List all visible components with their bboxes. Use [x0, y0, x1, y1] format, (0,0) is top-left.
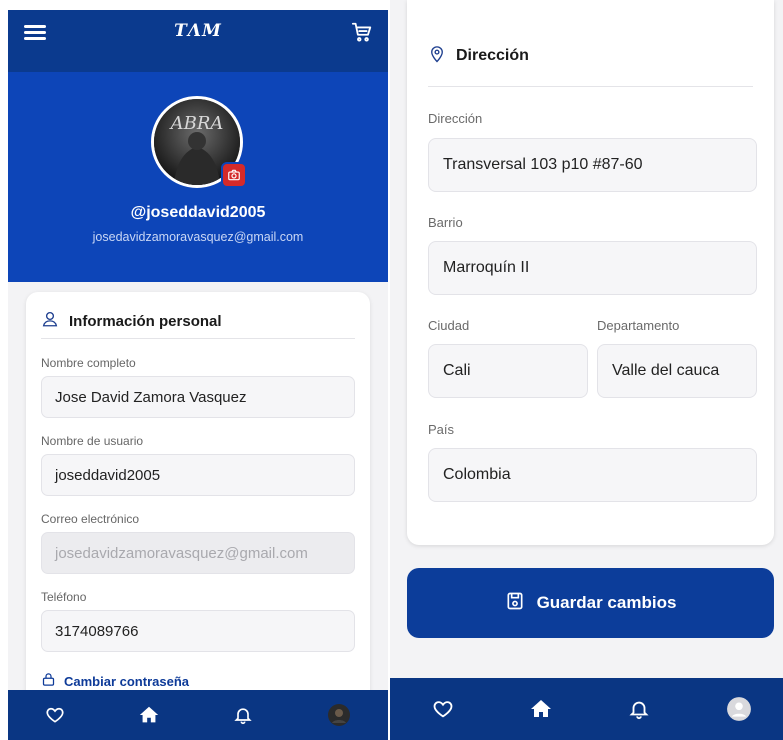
username-label: Nombre de usuario: [41, 434, 144, 448]
cart-icon[interactable]: [351, 21, 373, 43]
save-changes-button[interactable]: Guardar cambios: [407, 568, 774, 638]
heart-icon[interactable]: [42, 702, 68, 728]
avatar-icon[interactable]: [326, 702, 352, 728]
email-label: Correo electrónico: [41, 512, 140, 526]
bottom-nav-right: [390, 678, 783, 740]
location-pin-icon: [428, 44, 446, 69]
departamento-input[interactable]: Valle del cauca: [597, 344, 757, 398]
profile-email: josedavidzamoravasquez@gmail.com: [92, 230, 304, 244]
profile-screen-left: TΛM ABRA @joseddavid2005 josedavidzamora…: [8, 10, 388, 740]
address-card: Dirección Dirección Transversal 103 p10 …: [407, 0, 774, 545]
pais-input[interactable]: Colombia: [428, 448, 757, 502]
svg-text:ABRA: ABRA: [169, 113, 224, 134]
save-changes-label: Guardar cambios: [536, 593, 677, 612]
address-header: Dirección: [428, 45, 529, 67]
barrio-label: Barrio: [428, 215, 463, 230]
avatar-container: ABRA: [151, 96, 247, 188]
hamburger-icon[interactable]: [24, 25, 46, 41]
lock-icon: [41, 672, 56, 690]
departamento-label: Departamento: [597, 318, 680, 333]
bell-icon[interactable]: [626, 696, 652, 722]
heart-icon[interactable]: [430, 696, 456, 722]
profile-hero: ABRA @joseddavid2005 josedavidzamoravasq…: [8, 72, 388, 282]
section-divider: [41, 338, 355, 339]
camera-icon[interactable]: [221, 162, 247, 188]
profile-handle: @joseddavid2005: [130, 204, 266, 221]
bell-icon[interactable]: [230, 702, 256, 728]
app-logo: TΛM: [174, 21, 222, 41]
phone-label: Teléfono: [41, 590, 87, 604]
app-stage: TΛM ABRA @joseddavid2005 josedavidzamora…: [0, 0, 783, 740]
home-icon[interactable]: [528, 696, 554, 722]
address-title: Dirección: [456, 47, 529, 64]
full-name-label: Nombre completo: [41, 356, 136, 370]
bottom-nav-left: [8, 690, 388, 740]
address-screen-right: Dirección Dirección Transversal 103 p10 …: [390, 0, 783, 740]
home-icon[interactable]: [136, 702, 162, 728]
floppy-disk-icon: [505, 591, 525, 616]
personal-info-card: Información personal Nombre completo Jos…: [26, 292, 370, 732]
change-password-link[interactable]: Cambiar contraseña: [41, 672, 189, 690]
email-input: josedavidzamoravasquez@gmail.com: [41, 532, 355, 574]
personal-info-title: Información personal: [69, 312, 222, 330]
direccion-input[interactable]: Transversal 103 p10 #87-60: [428, 138, 757, 192]
barrio-input[interactable]: Marroquín II: [428, 241, 757, 295]
username-input[interactable]: joseddavid2005: [41, 454, 355, 496]
change-password-label: Cambiar contraseña: [64, 673, 189, 689]
user-icon: [41, 310, 59, 333]
pais-label: País: [428, 422, 455, 437]
address-divider: [428, 86, 753, 87]
avatar-icon[interactable]: [726, 696, 752, 722]
direccion-label: Dirección: [428, 111, 483, 126]
ciudad-label: Ciudad: [428, 318, 470, 333]
phone-input[interactable]: 3174089766: [41, 610, 355, 652]
ciudad-input[interactable]: Cali: [428, 344, 588, 398]
full-name-input[interactable]: Jose David Zamora Vasquez: [41, 376, 355, 418]
personal-info-header: Información personal: [41, 310, 222, 332]
top-bar: TΛM: [8, 10, 388, 72]
